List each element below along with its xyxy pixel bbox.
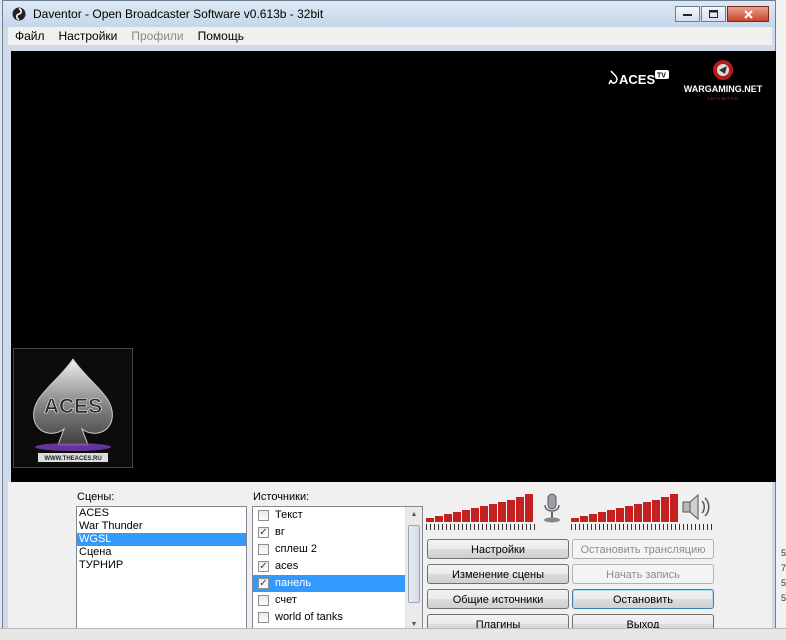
maximize-icon bbox=[709, 10, 718, 18]
source-checkbox-checked[interactable]: ✓ bbox=[258, 578, 269, 589]
menu-bar: Файл Настройки Профили Помощь bbox=[8, 27, 772, 45]
scenes-label: Сцены: bbox=[77, 491, 115, 503]
svg-text:WWW.THEACES.RU: WWW.THEACES.RU bbox=[44, 456, 101, 462]
aces-tv-logo: ACES TV bbox=[608, 67, 670, 92]
scene-item-war-thunder[interactable]: War Thunder bbox=[77, 520, 246, 533]
obs-app-icon bbox=[12, 7, 26, 21]
sources-list[interactable]: Текст ✓ вг сплеш 2 ✓ aces ✓ панель счет bbox=[252, 506, 423, 634]
scene-item-scena[interactable]: Сцена bbox=[77, 546, 246, 559]
desktop-volume-meter bbox=[571, 492, 679, 522]
source-checkbox[interactable] bbox=[258, 612, 269, 623]
source-item-world-of-tanks[interactable]: world of tanks bbox=[253, 609, 422, 626]
taskbar-fragment bbox=[0, 628, 786, 640]
microphone-icon[interactable] bbox=[541, 492, 563, 524]
obs-main-window: Daventor - Open Broadcaster Software v0.… bbox=[2, 0, 776, 636]
stream-preview[interactable]: ACES TV WARGAMING.NET LET'S BATTLE ACES … bbox=[11, 51, 776, 482]
wargaming-logo: WARGAMING.NET LET'S BATTLE bbox=[683, 59, 763, 106]
maximize-button[interactable] bbox=[701, 6, 726, 22]
scene-item-wgsl[interactable]: WGSL bbox=[77, 533, 246, 546]
sources-scrollbar[interactable]: ▲ ▼ bbox=[405, 507, 422, 633]
scene-item-turnir[interactable]: ТУРНИР bbox=[77, 559, 246, 572]
aces-badge-image: ACES WWW.THEACES.RU bbox=[13, 348, 133, 468]
desktop-volume-slider[interactable] bbox=[571, 524, 714, 530]
svg-text:WARGAMING.NET: WARGAMING.NET bbox=[684, 84, 763, 94]
source-checkbox[interactable] bbox=[258, 595, 269, 606]
edit-scene-button[interactable]: Изменение сцены bbox=[427, 564, 569, 584]
source-checkbox-checked[interactable]: ✓ bbox=[258, 561, 269, 572]
source-item-vg[interactable]: ✓ вг bbox=[253, 524, 422, 541]
source-checkbox-checked[interactable]: ✓ bbox=[258, 527, 269, 538]
window-title: Daventor - Open Broadcaster Software v0.… bbox=[33, 7, 324, 21]
svg-text:ACES: ACES bbox=[619, 72, 655, 87]
svg-text:LET'S BATTLE: LET'S BATTLE bbox=[708, 96, 738, 101]
speaker-icon[interactable] bbox=[680, 492, 714, 522]
sources-label: Источники: bbox=[253, 491, 310, 503]
scene-item-aces[interactable]: ACES bbox=[77, 507, 246, 520]
minimize-icon bbox=[683, 13, 692, 16]
control-panel: Сцены: ACES War Thunder WGSL Сцена ТУРНИ… bbox=[8, 482, 772, 636]
global-sources-button[interactable]: Общие источники bbox=[427, 589, 569, 609]
source-item-panel[interactable]: ✓ панель bbox=[253, 575, 422, 592]
source-checkbox[interactable] bbox=[258, 510, 269, 521]
stop-stream-button[interactable]: Остановить трансляцию bbox=[572, 539, 714, 559]
mic-volume-meter bbox=[426, 492, 534, 522]
scroll-thumb[interactable] bbox=[408, 525, 420, 603]
start-record-button[interactable]: Начать запись bbox=[572, 564, 714, 584]
mic-volume-slider[interactable] bbox=[426, 524, 536, 530]
stop-preview-button[interactable]: Остановить предпросмотр bbox=[572, 589, 714, 624]
scenes-list[interactable]: ACES War Thunder WGSL Сцена ТУРНИР bbox=[76, 506, 247, 636]
menu-settings[interactable]: Настройки bbox=[52, 29, 125, 43]
scroll-up-icon[interactable]: ▲ bbox=[408, 509, 420, 521]
minimize-button[interactable] bbox=[675, 6, 700, 22]
menu-profiles[interactable]: Профили bbox=[124, 29, 190, 43]
close-icon bbox=[743, 9, 753, 19]
title-bar[interactable]: Daventor - Open Broadcaster Software v0.… bbox=[3, 1, 775, 28]
svg-text:ACES: ACES bbox=[44, 395, 102, 418]
source-item-aces[interactable]: ✓ aces bbox=[253, 558, 422, 575]
source-item-schet[interactable]: счет bbox=[253, 592, 422, 609]
desktop-background-right: 5 7 5 5 bbox=[776, 0, 786, 639]
close-button[interactable] bbox=[727, 6, 769, 22]
source-item-splesh-2[interactable]: сплеш 2 bbox=[253, 541, 422, 558]
settings-button[interactable]: Настройки bbox=[427, 539, 569, 559]
svg-text:TV: TV bbox=[657, 73, 666, 80]
source-item-tekst[interactable]: Текст bbox=[253, 507, 422, 524]
source-checkbox[interactable] bbox=[258, 544, 269, 555]
menu-help[interactable]: Помощь bbox=[191, 29, 251, 43]
menu-file[interactable]: Файл bbox=[8, 29, 52, 43]
